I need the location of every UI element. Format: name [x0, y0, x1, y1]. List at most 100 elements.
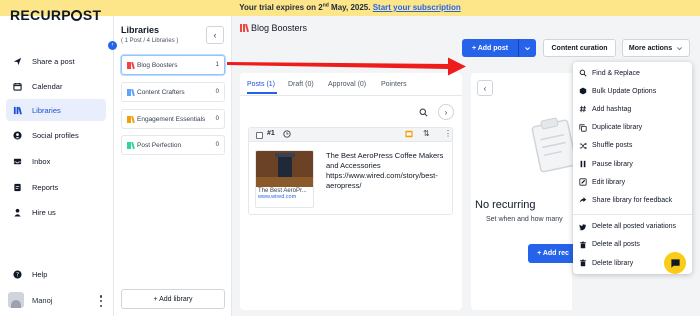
share-icon [579, 197, 586, 204]
library-post-count: 0 [215, 89, 219, 95]
menu-item-add-hashtag[interactable]: Add hashtag [578, 101, 690, 117]
sidebar-item-label: Libraries [32, 105, 61, 115]
tab-draft[interactable]: Draft (0) [288, 81, 314, 88]
schedule-clock-icon[interactable] [283, 130, 291, 140]
add-library-button[interactable]: + Add library [121, 289, 225, 309]
menu-item-pause-library[interactable]: Pause library [578, 156, 690, 172]
menu-item-label: Add hashtag [592, 105, 632, 113]
menu-divider [573, 213, 692, 215]
libraries-icon [12, 105, 22, 115]
library-post-count: 0 [215, 116, 219, 122]
menu-item-find-replace[interactable]: Find & Replace [578, 65, 690, 81]
reports-icon [12, 182, 22, 192]
pause-icon [580, 160, 585, 168]
library-icon [127, 88, 135, 96]
chat-button[interactable] [664, 252, 686, 274]
menu-item-shuffle-posts[interactable]: Shuffle posts [578, 138, 690, 154]
trash-icon [579, 259, 586, 267]
post-menu-icon[interactable]: ⋮ [444, 129, 452, 138]
hashtag-icon [578, 105, 587, 114]
clipboard-illustration [530, 115, 578, 175]
content-curation-button[interactable]: Content curation [543, 39, 616, 57]
chevron-down-icon [525, 46, 530, 50]
person-icon [13, 208, 21, 217]
back-button[interactable]: ‹ [477, 80, 493, 96]
menu-item-label: Delete all posts [592, 241, 640, 249]
sidebar-item-help[interactable]: ? Help [6, 263, 106, 285]
menu-item-share-library-for-feedback[interactable]: Share library for feedback [578, 192, 690, 208]
library-name: Engagement Essentials [137, 115, 206, 123]
library-name: Content Crafters [137, 88, 185, 96]
send-icon [12, 56, 22, 66]
empty-state-title: No recurring [475, 199, 536, 211]
add-recurring-button[interactable]: + Add rec [528, 244, 578, 263]
chat-icon [670, 258, 680, 268]
user-menu-icon[interactable] [96, 294, 106, 308]
menu-item-label: Delete library [592, 259, 634, 267]
trash-icon [579, 241, 586, 248]
menu-item-label: Delete all posted variations [592, 223, 677, 231]
library-name: Blog Boosters [251, 23, 308, 33]
menu-item-delete-all-posted-variations[interactable]: Delete all posted variations [578, 219, 690, 235]
edit-icon [578, 178, 587, 187]
preview-title: The Best AeroPr... [258, 188, 307, 194]
recurpost-logo[interactable]: RECURP ST [10, 7, 101, 23]
active-tab-indicator [247, 92, 277, 94]
start-subscription-link[interactable]: Start your subscription [373, 3, 461, 12]
person-icon [12, 207, 22, 217]
library-item[interactable]: Blog Boosters 1 [121, 55, 225, 75]
menu-item-label: Find & Replace [592, 69, 640, 77]
copy-icon [578, 123, 587, 132]
tab-posts[interactable]: Posts (1) [247, 81, 275, 88]
sidebar-item-social-profiles[interactable]: Social profiles [6, 124, 106, 146]
collapse-sidebar-icon[interactable]: ‹ [108, 41, 117, 50]
user-profile[interactable]: Manoj [6, 289, 110, 311]
library-post-count: 1 [215, 62, 219, 68]
post-link-preview[interactable]: The Best AeroPr... www.wired.com [255, 150, 314, 208]
schedule-panel [471, 73, 572, 310]
sort-icon[interactable]: ⇅ [423, 129, 430, 138]
search-icon [419, 108, 427, 116]
menu-item-bulk-update-options[interactable]: Bulk Update Options [578, 83, 690, 99]
add-post-button[interactable]: + Add post [462, 39, 518, 57]
trial-banner: Your trial expires on 2nd May, 2025. Sta… [0, 0, 700, 16]
post-select-checkbox[interactable] [256, 131, 263, 139]
profile-icon [12, 130, 22, 140]
more-actions-button[interactable]: More actions [622, 39, 690, 57]
sidebar-item-hire-us[interactable]: Hire us [6, 201, 106, 223]
send-icon [13, 57, 21, 65]
collapse-libraries-button[interactable]: ‹ [206, 26, 224, 44]
menu-item-edit-library[interactable]: Edit library [578, 174, 690, 190]
edit-icon [578, 178, 587, 186]
sidebar-item-libraries[interactable]: Libraries [6, 99, 106, 121]
library-item[interactable]: Content Crafters 0 [121, 82, 225, 102]
library-item[interactable]: Post Perfection 0 [121, 135, 225, 155]
cube-icon [578, 87, 587, 96]
menu-item-duplicate-library[interactable]: Duplicate library [578, 120, 690, 136]
sidebar-item-calendar[interactable]: Calendar [6, 75, 106, 97]
menu-item-delete-all-posts[interactable]: Delete all posts [578, 237, 690, 253]
profile-icon [12, 130, 22, 140]
hashtag-icon [579, 106, 586, 113]
libraries-title: Libraries [121, 25, 160, 35]
library-name: Blog Boosters [137, 61, 178, 69]
next-button[interactable]: › [438, 104, 454, 120]
post-thumbnail-image [256, 151, 313, 187]
chevron-down-icon [677, 46, 683, 50]
tab-pointers[interactable]: Pointers [381, 81, 407, 88]
library-item[interactable]: Engagement Essentials 0 [121, 109, 225, 129]
library-post-count: 0 [215, 142, 219, 148]
sidebar-item-label: Share a post [32, 56, 75, 66]
menu-item-label: Shuffle posts [592, 142, 633, 150]
menu-item-label: Pause library [592, 160, 633, 168]
sidebar-item-reports[interactable]: Reports [6, 176, 106, 198]
add-post-dropdown-button[interactable] [518, 39, 536, 57]
tab-approval[interactable]: Approval (0) [328, 81, 366, 88]
search-posts-button[interactable] [415, 104, 431, 120]
library-name: Post Perfection [137, 141, 182, 149]
twitter-icon [578, 223, 586, 230]
sidebar-item-share-a-post[interactable]: Share a post [6, 50, 106, 72]
cube-icon [579, 87, 586, 95]
search-icon [578, 69, 587, 78]
sidebar-item-inbox[interactable]: Inbox [6, 150, 106, 172]
